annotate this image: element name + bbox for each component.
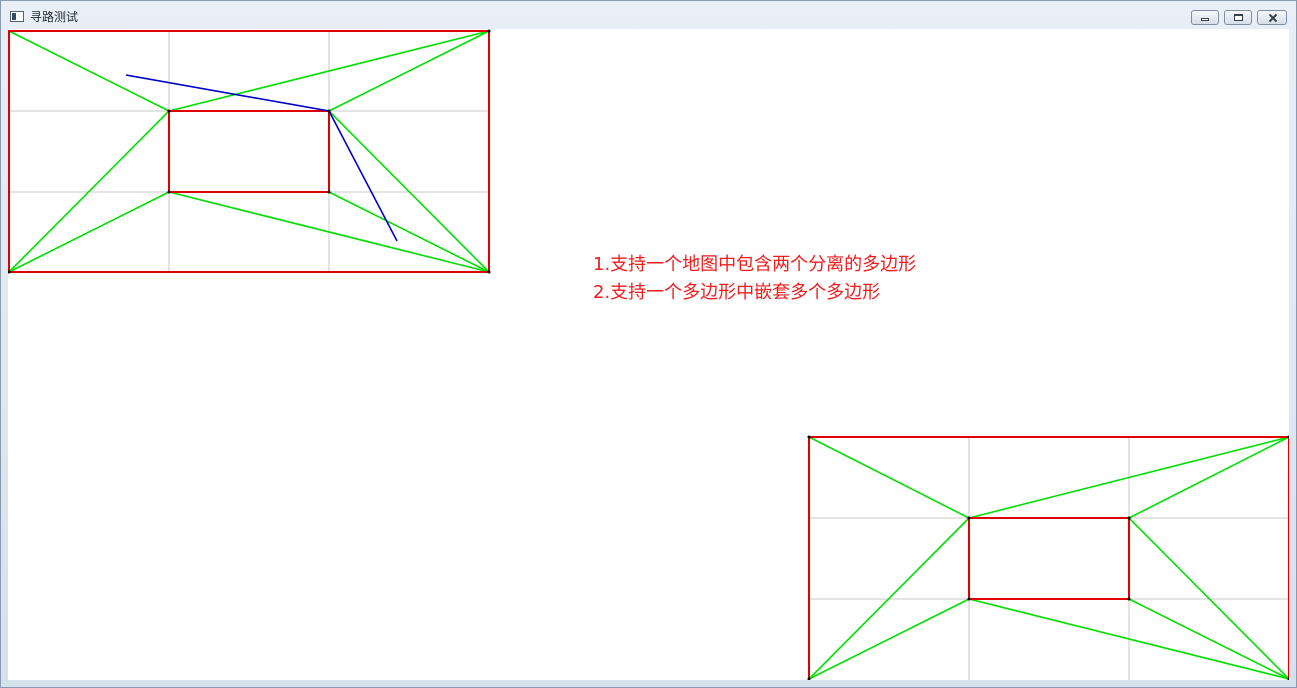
vertex-dot bbox=[967, 597, 971, 601]
minimize-button[interactable] bbox=[1191, 10, 1219, 25]
path-line bbox=[125, 74, 398, 242]
map-1 bbox=[8, 29, 491, 274]
vertex-dot bbox=[1127, 597, 1131, 601]
close-button[interactable] bbox=[1257, 10, 1287, 25]
vertex-dot bbox=[167, 190, 171, 194]
navmesh-edge bbox=[328, 191, 490, 273]
app-window: 寻路测试 1.支持一个地图中包含两个分离的多边形 2.支持一个多边形中嵌套多个多… bbox=[0, 0, 1297, 688]
vertex-dot bbox=[807, 435, 811, 439]
navmesh-edge bbox=[808, 436, 970, 519]
map-2 bbox=[807, 435, 1289, 680]
window-title: 寻路测试 bbox=[30, 10, 79, 24]
vertex-dot bbox=[487, 270, 491, 274]
inner-polygon bbox=[168, 110, 330, 193]
navmesh-drawing bbox=[8, 29, 1289, 680]
feature-note-1: 1.支持一个地图中包含两个分离的多边形 bbox=[593, 254, 917, 275]
navmesh-edge bbox=[808, 598, 970, 680]
minimize-icon bbox=[1192, 11, 1218, 24]
maximize-button[interactable] bbox=[1224, 10, 1252, 25]
vertex-dot bbox=[327, 109, 331, 113]
vertex-dot bbox=[327, 190, 331, 194]
pathfinding-canvas[interactable]: 1.支持一个地图中包含两个分离的多边形 2.支持一个多边形中嵌套多个多边形 bbox=[8, 29, 1289, 680]
close-icon bbox=[1258, 11, 1286, 24]
inner-polygon bbox=[968, 517, 1130, 600]
app-window-icon[interactable] bbox=[10, 11, 24, 22]
feature-note-2: 2.支持一个多边形中嵌套多个多边形 bbox=[593, 282, 881, 303]
vertex-dot bbox=[167, 109, 171, 113]
map-2-navmesh bbox=[808, 436, 1289, 680]
map-1-navmesh bbox=[8, 30, 490, 273]
navmesh-edge bbox=[1128, 598, 1289, 680]
vertex-dot bbox=[487, 29, 491, 33]
navmesh-edge bbox=[8, 30, 170, 112]
maximize-icon bbox=[1225, 11, 1251, 24]
title-bar[interactable]: 寻路测试 bbox=[1, 1, 1296, 29]
vertex-dot bbox=[1127, 516, 1131, 520]
navmesh-edge bbox=[328, 30, 490, 112]
vertex-dot bbox=[967, 516, 971, 520]
navmesh-edge bbox=[8, 191, 170, 273]
navmesh-edge bbox=[1128, 436, 1289, 519]
